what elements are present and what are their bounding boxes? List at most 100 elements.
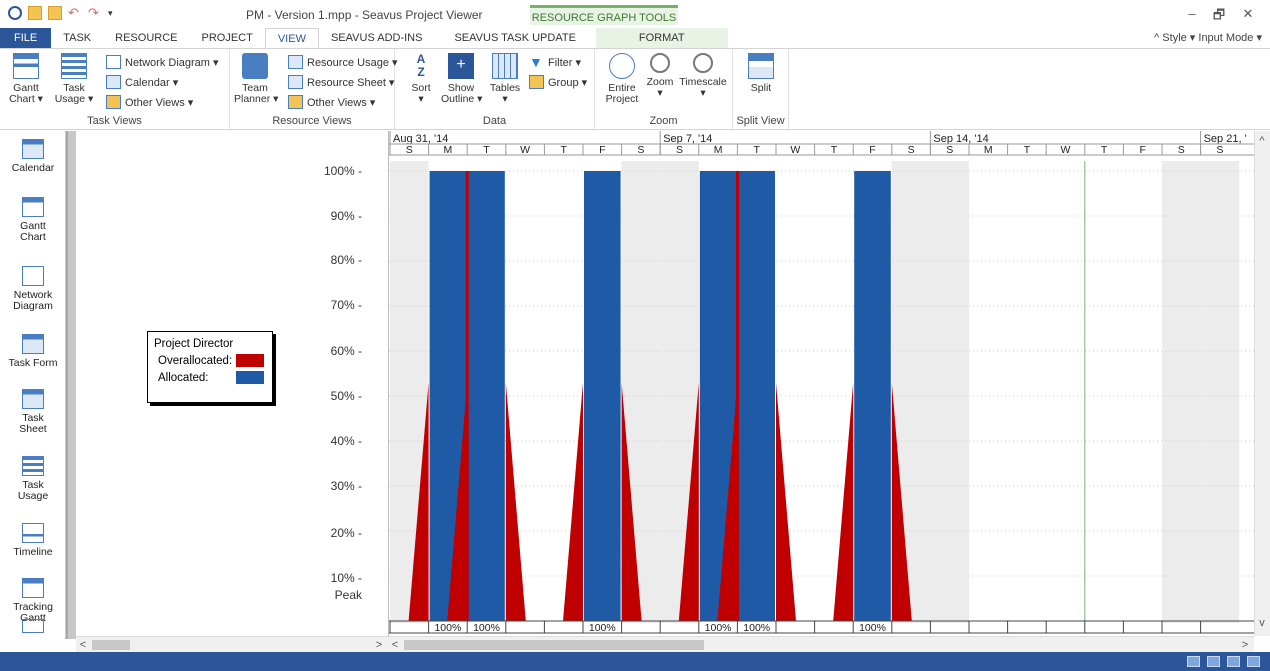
undo-icon[interactable]: ↶ (68, 6, 82, 20)
scroll-up-icon[interactable]: ^ (1255, 133, 1269, 149)
day-label: S (1178, 144, 1185, 156)
entire-project-icon (609, 53, 635, 79)
save-icon[interactable] (28, 6, 42, 20)
team-planner-shortcut-icon[interactable] (1227, 656, 1240, 667)
viewbar-more-views[interactable] (0, 619, 66, 637)
resource-graph: Aug 31, '14 Sep 7, '14 Sep 14, '14 Sep 21, … (388, 131, 1255, 636)
viewbar-calendar[interactable]: Calendar (0, 139, 66, 174)
gantt-icon (13, 53, 39, 79)
viewbar-task-usage[interactable]: Task Usage (0, 456, 66, 502)
timescale-button[interactable]: Timescale ▾ (677, 53, 729, 99)
gantt-label: Gantt Chart ▾ (9, 82, 43, 105)
open-icon[interactable] (48, 6, 62, 20)
tab-file[interactable]: FILE (0, 28, 52, 48)
tab-view[interactable]: VIEW (264, 28, 319, 48)
viewbar-timeline[interactable]: Timeline (0, 523, 66, 558)
tab-project[interactable]: PROJECT (190, 28, 265, 48)
day-label: W (1061, 144, 1071, 156)
entire-project-button[interactable]: Entire Project (601, 53, 643, 105)
task-sheet-icon (22, 389, 44, 409)
view-bar-splitter[interactable] (66, 131, 76, 639)
nonworking-day-shade (1200, 161, 1240, 623)
gantt-chart-button[interactable]: Gantt Chart ▾ (6, 53, 46, 105)
tab-task[interactable]: TASK (51, 28, 103, 48)
tab-format[interactable]: FORMAT (595, 28, 728, 48)
show-outline-button[interactable]: + Show Outline ▾ (441, 53, 482, 105)
task-usage-button[interactable]: Task Usage ▾ (54, 53, 94, 105)
scroll-down-icon[interactable]: v (1255, 615, 1269, 631)
context-tab-title: RESOURCE GRAPH TOOLS (530, 5, 678, 25)
task-usage-shortcut-icon[interactable] (1207, 656, 1220, 667)
resource-sheet-shortcut-icon[interactable] (1247, 656, 1260, 667)
network-diagram-icon (106, 55, 121, 69)
calendar-button[interactable]: Calendar ▾ (106, 75, 178, 89)
allocated-bar (584, 171, 621, 621)
day-label: S (908, 144, 915, 156)
restore-button[interactable]: 🗗 (1209, 6, 1229, 28)
other-resource-views-button[interactable]: Other Views ▾ (288, 95, 375, 109)
group-button[interactable]: Group ▾ (529, 75, 587, 89)
style-input-mode[interactable]: ^ Style ▾ Input Mode ▾ (1154, 31, 1262, 44)
overallocated-wedge (833, 382, 854, 621)
viewbar-task-sheet[interactable]: Task Sheet (0, 389, 66, 435)
task-usage-icon (22, 456, 44, 476)
tables-button[interactable]: Tables ▾ (487, 53, 523, 105)
tab-seavus-addins[interactable]: SEAVUS ADD-INS (319, 28, 435, 48)
viewbar-gantt-chart[interactable]: Gantt Chart (0, 197, 66, 243)
legend-horizontal-scrollbar[interactable]: < > (76, 636, 388, 652)
viewbar-tracking-gantt[interactable]: Tracking Gantt (0, 578, 66, 624)
group-icon (529, 75, 544, 89)
legend-allocated-label: Allocated: (158, 371, 209, 384)
allocated-bar (738, 171, 775, 621)
scroll-right-icon[interactable]: > (1238, 637, 1252, 653)
scroll-right-icon[interactable]: > (372, 637, 386, 653)
task-views-label: Task Views (87, 115, 142, 127)
resource-usage-button[interactable]: Resource Usage ▾ (288, 55, 398, 69)
scroll-left-icon[interactable]: < (388, 637, 402, 653)
day-label: M (444, 144, 453, 156)
customize-qat-icon[interactable]: ▾ (108, 6, 122, 20)
tracking-gantt-icon (22, 578, 44, 598)
week-label: Sep 7, '14 (663, 133, 712, 145)
scroll-left-icon[interactable]: < (76, 637, 90, 653)
nonworking-day-shade (930, 161, 969, 623)
day-label: F (869, 144, 875, 156)
sort-az-icon: AZ (416, 52, 426, 79)
day-label: T (753, 144, 760, 156)
quick-access-toolbar: ↶ ↷ ▾ (8, 6, 122, 22)
peak-label: 100% (743, 622, 770, 634)
resource-sheet-button[interactable]: Resource Sheet ▾ (288, 75, 394, 89)
group-split-view: Split Split View (733, 49, 789, 129)
allocated-bar (854, 171, 891, 621)
viewbar-task-form[interactable]: Task Form (0, 334, 66, 369)
sort-button[interactable]: AZ Sort ▾ (405, 53, 437, 105)
filter-button[interactable]: ▼ Filter ▾ (529, 55, 581, 69)
tab-resource[interactable]: RESOURCE (103, 28, 189, 48)
timescale-icon (693, 53, 713, 73)
minimize-button[interactable]: – (1182, 6, 1202, 21)
day-label: T (560, 144, 567, 156)
ribbon: Gantt Chart ▾ Task Usage ▾ Network Diagr… (0, 48, 1270, 130)
week-label: Sep 21, ' (1204, 133, 1247, 145)
split-button[interactable]: Split (741, 53, 781, 94)
tab-seavus-task-update[interactable]: SEAVUS TASK UPDATE (434, 28, 587, 48)
other-task-views-button[interactable]: Other Views ▾ (106, 95, 193, 109)
network-diagram-button[interactable]: Network Diagram ▾ (106, 55, 219, 69)
app-icon[interactable] (8, 6, 22, 20)
redo-icon[interactable]: ↷ (88, 6, 102, 20)
scroll-thumb[interactable] (404, 640, 704, 650)
chart-horizontal-scrollbar[interactable]: < > (388, 636, 1254, 652)
zoom-button[interactable]: Zoom ▾ (645, 53, 675, 99)
viewbar-network-diagram[interactable]: Network Diagram (0, 266, 66, 312)
scroll-thumb[interactable] (92, 640, 130, 650)
filter-icon: ▼ (529, 54, 543, 70)
more-views-icon (22, 619, 44, 633)
close-button[interactable]: ✕ (1238, 6, 1258, 22)
peak-label: 100% (589, 622, 616, 634)
legend-overallocated-label: Overallocated: (158, 354, 233, 367)
vertical-scrollbar[interactable]: ^ v (1254, 131, 1270, 636)
gantt-view-shortcut-icon[interactable] (1187, 656, 1200, 667)
day-label: F (1139, 144, 1145, 156)
team-planner-button[interactable]: Team Planner ▾ (234, 53, 278, 105)
window-title: PM - Version 1.mpp - Seavus Project View… (246, 8, 483, 22)
